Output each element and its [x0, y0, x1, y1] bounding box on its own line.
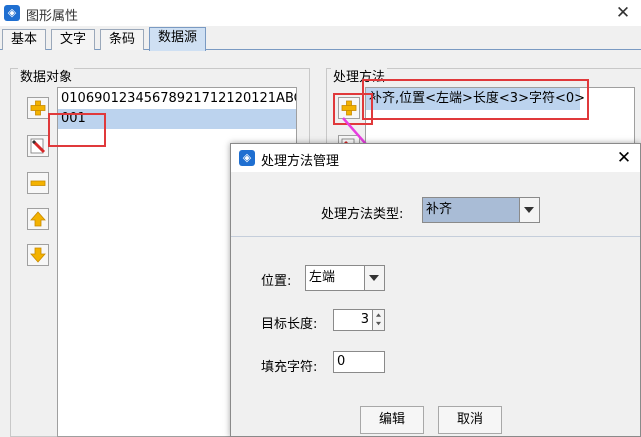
length-stepper[interactable] — [372, 309, 385, 331]
main-window: ◈ 图形属性 ✕ 基本 文字 条码 数据源 数据对象 0106901234567… — [0, 0, 641, 437]
method-type-label: 处理方法类型: — [321, 207, 404, 222]
tab-text[interactable]: 文字 — [51, 29, 96, 50]
dialog-divider — [231, 236, 640, 237]
move-down-button[interactable] — [27, 244, 49, 266]
window-close-button[interactable]: ✕ — [608, 1, 638, 25]
highlight-box — [362, 79, 589, 120]
window-title: 图形属性 — [26, 9, 79, 24]
method-type-value: 补齐 — [423, 198, 519, 222]
position-select[interactable]: 左端 — [305, 265, 385, 291]
app-icon: ◈ — [4, 5, 20, 21]
target-length-input[interactable]: 3 — [333, 309, 373, 331]
move-down-icon — [30, 247, 46, 263]
chevron-down-icon[interactable] — [364, 266, 384, 290]
remove-icon — [30, 180, 46, 186]
method-manager-dialog: ◈ 处理方法管理 ✕ 处理方法类型: 补齐 位置: 左端 目标长度: 3 填充字… — [230, 143, 641, 437]
dialog-titlebar: ◈ 处理方法管理 ✕ — [231, 144, 640, 172]
data-objects-label: 数据对象 — [18, 66, 75, 85]
tab-barcode[interactable]: 条码 — [100, 29, 145, 50]
chevron-down-icon[interactable] — [519, 198, 539, 222]
target-length-label: 目标长度: — [261, 317, 318, 332]
fill-char-label: 填充字符: — [261, 360, 318, 375]
app-icon: ◈ — [239, 150, 255, 166]
method-type-select[interactable]: 补齐 — [422, 197, 540, 223]
remove-data-object-button[interactable] — [27, 172, 49, 194]
tab-data-source[interactable]: 数据源 — [149, 27, 207, 51]
position-value: 左端 — [309, 270, 336, 285]
tab-basic[interactable]: 基本 — [2, 29, 47, 50]
edit-button[interactable]: 编辑 — [360, 406, 424, 434]
window-titlebar: ◈ 图形属性 ✕ — [0, 0, 641, 26]
dialog-title: 处理方法管理 — [261, 154, 340, 169]
add-icon — [30, 100, 46, 116]
position-label: 位置: — [261, 274, 292, 289]
move-up-button[interactable] — [27, 208, 49, 230]
dialog-close-button[interactable]: ✕ — [611, 146, 637, 170]
cancel-button[interactable]: 取消 — [438, 406, 502, 434]
stepper-arrows-icon — [375, 313, 382, 326]
move-up-icon — [30, 211, 46, 227]
fill-char-input[interactable]: 0 — [333, 351, 385, 373]
highlight-box — [48, 113, 106, 147]
edit-data-object-button[interactable] — [27, 135, 49, 157]
add-data-object-button[interactable] — [27, 97, 49, 119]
edit-icon — [30, 138, 46, 154]
tab-bar: 基本 文字 条码 数据源 — [0, 27, 641, 51]
list-item[interactable]: 01069012345678921712120121ABC — [58, 89, 296, 109]
